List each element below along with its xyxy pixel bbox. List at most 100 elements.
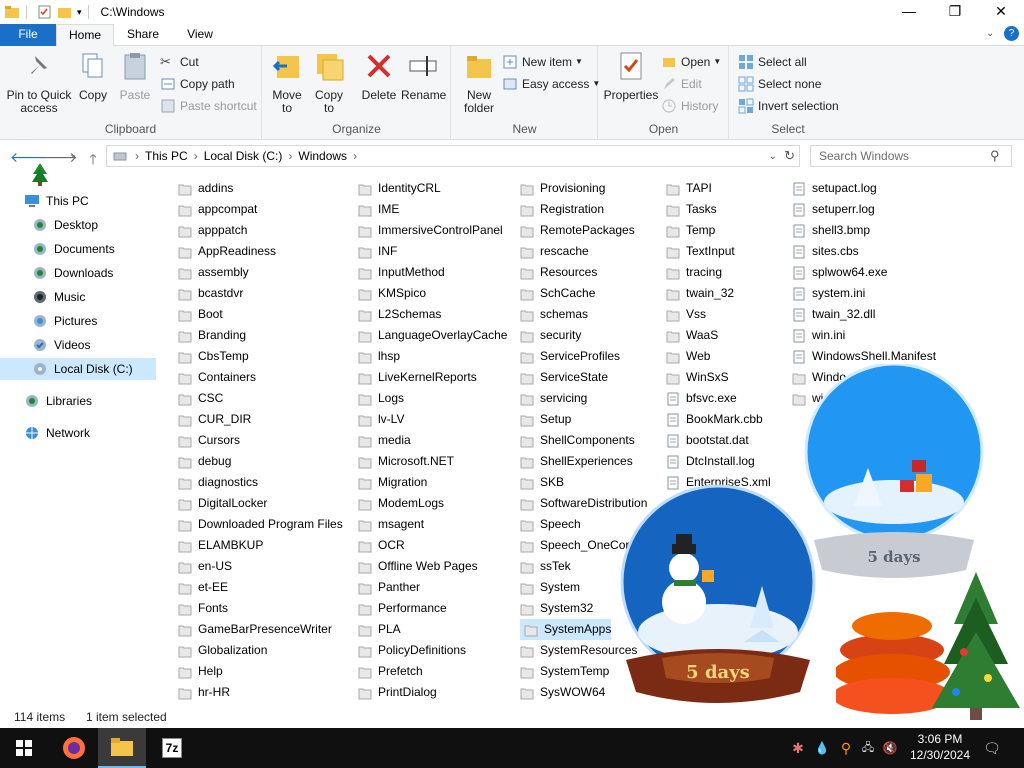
file-item[interactable]: RemotePackages <box>520 220 635 241</box>
tab-home[interactable]: Home <box>56 24 114 47</box>
open-button[interactable]: Open ▼ <box>661 52 721 72</box>
file-item[interactable]: msagent <box>358 514 424 535</box>
file-item[interactable]: rescache <box>520 241 589 262</box>
file-item[interactable]: Fonts <box>178 598 228 619</box>
nav-downloads[interactable]: Downloads <box>32 262 113 284</box>
delete-button[interactable]: Delete <box>359 50 399 102</box>
file-item[interactable]: diagnostics <box>178 472 258 493</box>
file-item[interactable]: Provisioning <box>520 178 605 199</box>
file-item[interactable]: DtcInstall.log <box>666 451 755 472</box>
file-item[interactable]: Vss <box>666 304 706 325</box>
file-item[interactable]: OCR <box>358 535 405 556</box>
nav-pictures[interactable]: Pictures <box>32 310 97 332</box>
new-folder-button[interactable]: New folder <box>458 50 500 115</box>
file-item[interactable]: assembly <box>178 262 249 283</box>
file-item[interactable]: LanguageOverlayCache <box>358 325 507 346</box>
file-item[interactable]: et-EE <box>178 577 228 598</box>
file-item[interactable]: Branding <box>178 325 246 346</box>
file-item[interactable]: Prefetch <box>358 661 423 682</box>
file-item[interactable]: System32 <box>520 598 593 619</box>
file-item[interactable]: SchCache <box>520 283 595 304</box>
file-item[interactable]: Speech <box>520 514 581 535</box>
file-item[interactable]: Performance <box>358 598 447 619</box>
file-item[interactable]: Cursors <box>178 430 240 451</box>
file-item[interactable]: win.ini <box>792 325 845 346</box>
file-item[interactable]: InputMethod <box>358 262 445 283</box>
firefox-taskbar-button[interactable] <box>50 728 98 768</box>
file-item[interactable]: twain_32 <box>666 283 734 304</box>
maximize-button[interactable]: ❐ <box>932 0 978 24</box>
tab-file[interactable]: File <box>0 24 56 46</box>
tray-app-icon[interactable]: ✱ <box>790 740 806 756</box>
copy-to-button[interactable]: Copy to <box>311 50 347 115</box>
file-item[interactable]: Containers <box>178 367 256 388</box>
file-item[interactable]: hr-HR <box>178 682 230 703</box>
file-item[interactable]: splwow64.exe <box>792 262 887 283</box>
refresh-icon[interactable]: ↻ <box>784 148 795 164</box>
file-item[interactable]: L2Schemas <box>358 304 441 325</box>
file-item[interactable]: SystemTemp <box>520 661 609 682</box>
file-item[interactable]: Microsoft.NET <box>358 451 454 472</box>
easy-access-button[interactable]: Easy access ▼ <box>502 74 600 94</box>
copy-path-button[interactable]: Copy path <box>160 74 235 94</box>
search-input[interactable]: Search Windows <box>810 145 1012 167</box>
nav-local-disk[interactable]: Local Disk (C:) <box>0 358 156 380</box>
file-item[interactable]: setupact.log <box>792 178 877 199</box>
breadcrumb-local-disk[interactable]: Local Disk (C:) <box>204 149 283 163</box>
start-button[interactable] <box>0 728 48 768</box>
file-item[interactable]: PrintDialog <box>358 682 437 703</box>
file-item[interactable]: bootstat.dat <box>666 430 749 451</box>
file-item[interactable]: addins <box>178 178 233 199</box>
file-item[interactable]: DigitalLocker <box>178 493 267 514</box>
file-item[interactable]: INF <box>358 241 397 262</box>
clock[interactable]: 3:06 PM 12/30/2024 <box>904 731 976 763</box>
file-item[interactable]: CbsTemp <box>178 346 249 367</box>
invert-selection-button[interactable]: Invert selection <box>738 96 839 116</box>
copy-button[interactable]: Copy <box>76 50 110 102</box>
file-item[interactable]: Boot <box>178 304 223 325</box>
file-item[interactable]: PolicyDefinitions <box>358 640 466 661</box>
file-item[interactable]: en-US <box>178 556 232 577</box>
file-item[interactable]: debug <box>178 451 231 472</box>
file-item[interactable]: bfsvc.exe <box>666 388 737 409</box>
file-item[interactable]: tracing <box>666 262 722 283</box>
close-button[interactable]: ✕ <box>978 0 1024 24</box>
file-item[interactable]: Resources <box>520 262 597 283</box>
file-item[interactable]: ServiceState <box>520 367 608 388</box>
file-item[interactable]: apppatch <box>178 220 247 241</box>
tab-view[interactable]: View <box>172 24 228 46</box>
file-item[interactable]: IME <box>358 199 399 220</box>
file-item[interactable]: Registration <box>520 199 604 220</box>
breadcrumb-this-pc[interactable]: This PC <box>145 149 188 163</box>
file-item[interactable]: Migration <box>358 472 427 493</box>
7zip-taskbar-button[interactable]: 7z <box>148 728 196 768</box>
pin-to-quick-access-button[interactable]: Pin to Quick access <box>4 50 74 115</box>
network-status-icon[interactable]: 🖧 <box>860 740 876 756</box>
file-item[interactable]: Tasks <box>666 199 717 220</box>
file-item[interactable]: PLA <box>358 619 401 640</box>
file-item[interactable]: KMSpico <box>358 283 426 304</box>
file-item[interactable]: WaaS <box>666 325 718 346</box>
tray-drop-icon[interactable]: 💧 <box>814 740 830 756</box>
nav-network[interactable]: Network <box>24 422 90 444</box>
address-dropdown-icon[interactable]: ⌄ <box>769 151 777 162</box>
help-icon[interactable]: ? <box>1004 26 1019 41</box>
file-item[interactable]: SKB <box>520 472 564 493</box>
properties-quick-icon[interactable] <box>37 5 53 19</box>
tray-search-app-icon[interactable]: ⚲ <box>838 740 854 756</box>
file-item[interactable]: WinSxS <box>666 367 729 388</box>
file-item[interactable]: lhsp <box>358 346 400 367</box>
nav-music[interactable]: Music <box>32 286 85 308</box>
nav-documents[interactable]: Documents <box>32 238 115 260</box>
file-item[interactable]: Setup <box>520 409 571 430</box>
file-item[interactable]: SysWOW64 <box>520 682 605 703</box>
file-item[interactable]: GameBarPresenceWriter <box>178 619 332 640</box>
file-item[interactable]: appcompat <box>178 199 257 220</box>
nav-libraries[interactable]: Libraries <box>24 390 92 412</box>
history-button[interactable]: History <box>661 96 718 116</box>
file-item[interactable]: schemas <box>520 304 588 325</box>
file-item[interactable]: CSC <box>178 388 223 409</box>
file-item[interactable]: Globalization <box>178 640 267 661</box>
tab-share[interactable]: Share <box>114 24 172 46</box>
file-item[interactable]: shell3.bmp <box>792 220 870 241</box>
